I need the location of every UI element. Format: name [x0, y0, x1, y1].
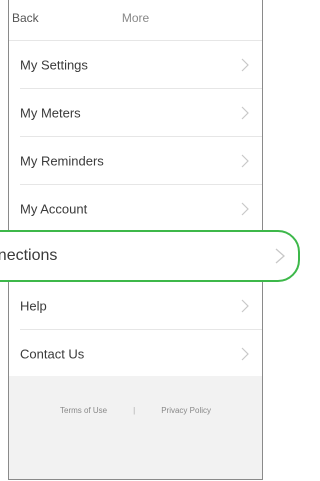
screen: Back More My Settings My Meters My Remin… — [0, 0, 303, 481]
menu-item-label: My Account — [20, 201, 88, 217]
menu-item-my-account[interactable]: My Account — [9, 185, 262, 233]
chevron-right-icon — [241, 154, 249, 168]
menu-item-label: Help — [20, 298, 47, 314]
menu-item-label: My Settings — [20, 57, 88, 73]
chevron-right-icon — [275, 248, 285, 264]
chevron-right-icon — [241, 58, 249, 72]
menu-item-my-meters[interactable]: My Meters — [9, 89, 262, 137]
menu-item-label: Contact Us — [20, 346, 85, 362]
menu-item-label: onnections — [0, 247, 58, 264]
privacy-policy-link[interactable]: Privacy Policy — [161, 406, 211, 415]
footer: Terms of Use | Privacy Policy — [9, 376, 262, 479]
page-title: More — [121, 11, 150, 25]
menu-item-label: My Reminders — [20, 153, 104, 169]
menu-item-help[interactable]: Help — [9, 282, 262, 330]
chevron-right-icon — [241, 299, 249, 313]
navigation-bar: Back More — [9, 0, 262, 41]
menu-item-contact-us[interactable]: Contact Us — [9, 330, 262, 378]
menu-item-my-settings[interactable]: My Settings — [9, 41, 262, 89]
menu-item-connections-highlighted[interactable]: onnections — [0, 230, 300, 282]
footer-links: Terms of Use | Privacy Policy — [9, 406, 262, 415]
chevron-right-icon — [241, 106, 249, 120]
menu-item-label: My Meters — [20, 105, 81, 121]
chevron-right-icon — [241, 347, 249, 361]
terms-of-use-link[interactable]: Terms of Use — [60, 406, 107, 415]
menu-item-my-reminders[interactable]: My Reminders — [9, 137, 262, 185]
footer-separator: | — [133, 406, 136, 415]
chevron-right-icon — [241, 202, 249, 216]
